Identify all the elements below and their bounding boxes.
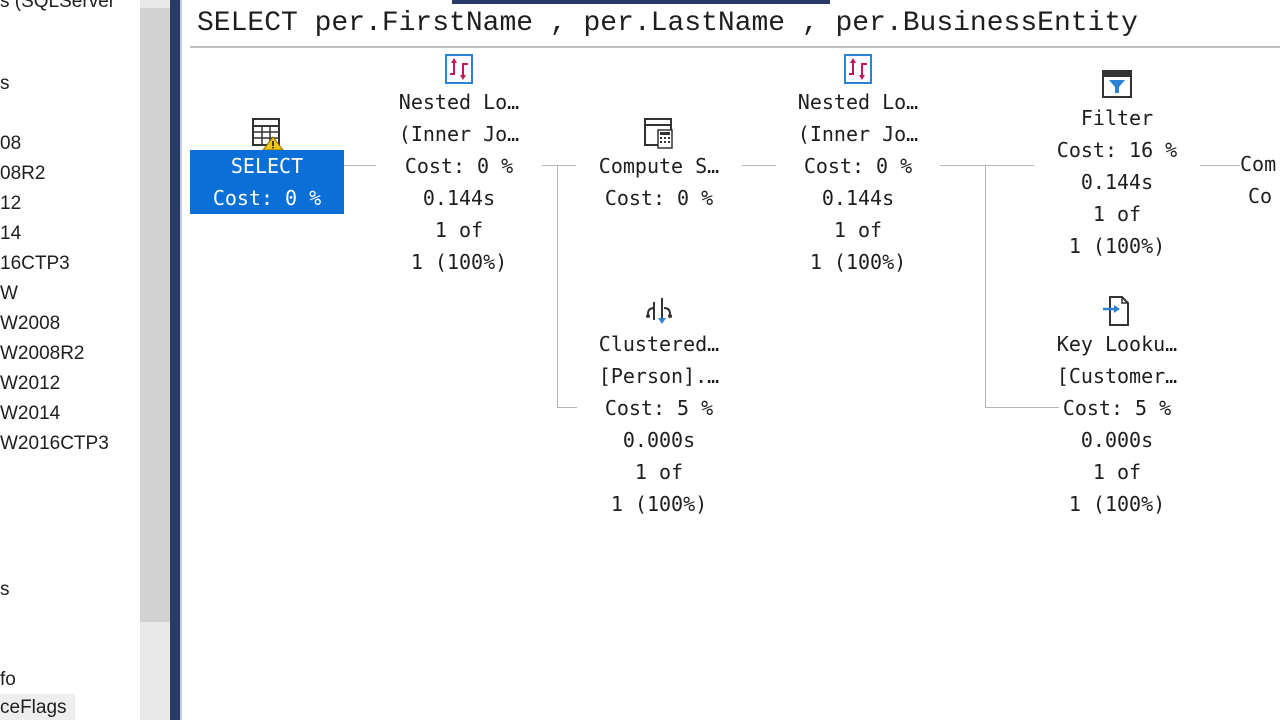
tree-item[interactable]: 08R2 [0, 160, 45, 188]
connector-line [557, 165, 558, 408]
node-cost: Cost: 16 % [1056, 138, 1178, 162]
plan-node-select[interactable]: SELECT Cost: 0 % [190, 116, 344, 214]
connector-line [940, 165, 1034, 166]
node-estimate: 1 (100%) [610, 492, 708, 516]
node-name: Filter [1080, 106, 1154, 130]
tree-item[interactable]: 08 [0, 130, 21, 158]
node-time: 0.144s [1080, 170, 1154, 194]
node-estimate: 1 (100%) [1068, 492, 1166, 516]
tree-item[interactable]: s [0, 70, 10, 98]
node-time: 0.000s [1080, 428, 1154, 452]
filter-icon [1102, 70, 1132, 98]
node-cost: Cost: 5 % [1062, 396, 1172, 420]
connector-line [344, 165, 376, 166]
tree-item[interactable]: 16CTP3 [0, 250, 70, 278]
node-cost: Cost: 5 % [604, 396, 714, 420]
node-estimate: 1 (100%) [809, 250, 907, 274]
select-result-warning-icon [252, 118, 284, 150]
tree-item-selected[interactable]: ceFlags [0, 694, 75, 720]
node-name: Compute S… [598, 154, 720, 178]
node-rows: 1 of [1092, 202, 1142, 226]
plan-node-key-lookup[interactable]: Key Looku… [Customer… Cost: 5 % 0.000s 1… [1034, 294, 1200, 520]
tree-item[interactable]: s (SQLServer [0, 0, 115, 16]
node-estimate: 1 (100%) [1068, 234, 1166, 258]
tree-item[interactable]: fo [0, 666, 16, 694]
plan-node-clustered-index[interactable]: Clustered… [Person].… Cost: 5 % 0.000s 1… [576, 294, 742, 520]
node-time: 0.144s [821, 186, 895, 210]
node-rows: 1 of [1092, 460, 1142, 484]
pane-splitter[interactable] [170, 0, 180, 720]
node-cost: Cost: 0 % [803, 154, 913, 178]
plan-node-partial[interactable]: Com Co [1240, 148, 1280, 212]
tree-item[interactable]: W2008 [0, 310, 60, 338]
node-cost: Cost: 0 % [404, 154, 514, 178]
node-subtitle: [Customer… [1056, 364, 1178, 388]
node-cost: Cost: 0 % [212, 186, 322, 210]
execution-plan-canvas: SELECT per.FirstName , per.LastName , pe… [182, 0, 1280, 720]
tree-item[interactable]: 12 [0, 190, 21, 218]
node-name: Clustered… [598, 332, 720, 356]
tree-item[interactable]: W2008R2 [0, 340, 85, 368]
object-explorer: s (SQLServer s 08 08R2 12 14 16CTP3 W W2… [0, 0, 140, 720]
node-cost: Co [1248, 184, 1273, 208]
compute-scalar-icon [644, 118, 673, 149]
tree-item[interactable]: W2012 [0, 370, 60, 398]
tree-item[interactable]: W2016CTP3 [0, 430, 109, 458]
node-name: Com [1240, 152, 1277, 176]
node-name: Nested Lo… [398, 90, 520, 114]
node-subtitle: (Inner Jo… [797, 122, 919, 146]
explorer-scrollbar-thumb[interactable] [140, 8, 170, 622]
tree-item[interactable]: s [0, 576, 10, 604]
node-subtitle: (Inner Jo… [398, 122, 520, 146]
plan-node-compute-scalar[interactable]: Compute S… Cost: 0 % [576, 116, 742, 214]
connector-line [742, 165, 776, 166]
node-rows: 1 of [833, 218, 883, 242]
node-subtitle: [Person].… [598, 364, 720, 388]
query-divider [190, 46, 1280, 48]
plan-node-nested-loops[interactable]: Nested Lo… (Inner Jo… Cost: 0 % 0.144s 1… [774, 52, 942, 278]
plan-node-filter[interactable]: Filter Cost: 16 % 0.144s 1 of 1 (100%) [1034, 68, 1200, 262]
connector-line [1200, 165, 1240, 166]
tree-item[interactable]: W2014 [0, 400, 60, 428]
connector-line [557, 407, 577, 408]
query-header-tab [452, 0, 830, 4]
nested-loops-icon [445, 54, 473, 84]
node-name: SELECT [230, 154, 304, 178]
node-time: 0.000s [622, 428, 696, 452]
connector-line [542, 165, 576, 166]
node-cost: Cost: 0 % [604, 186, 714, 210]
query-text: SELECT per.FirstName , per.LastName , pe… [197, 8, 1138, 39]
tree-item[interactable]: 14 [0, 220, 21, 248]
tree-item[interactable]: W [0, 280, 18, 308]
nested-loops-icon [844, 54, 872, 84]
node-time: 0.144s [422, 186, 496, 210]
node-rows: 1 of [434, 218, 484, 242]
node-rows: 1 of [634, 460, 684, 484]
connector-line [985, 165, 986, 408]
key-lookup-icon [1103, 296, 1129, 326]
node-name: Nested Lo… [797, 90, 919, 114]
plan-node-nested-loops[interactable]: Nested Lo… (Inner Jo… Cost: 0 % 0.144s 1… [374, 52, 544, 278]
clustered-index-seek-icon [646, 298, 672, 324]
node-estimate: 1 (100%) [410, 250, 508, 274]
node-name: Key Looku… [1056, 332, 1178, 356]
